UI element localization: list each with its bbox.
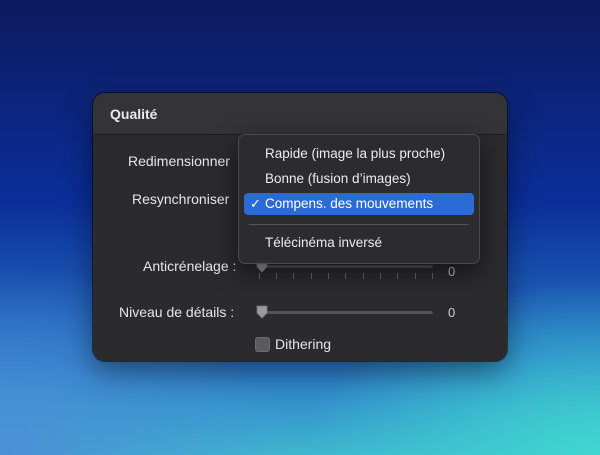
resync-label: Resynchroniser <box>132 191 230 207</box>
detail-slider-track[interactable] <box>259 311 433 314</box>
menu-item-telecinema-inverse[interactable]: Télécinéma inversé <box>244 232 474 254</box>
panel-title: Qualité <box>110 106 158 122</box>
menu-item-rapide[interactable]: Rapide (image la plus proche) <box>244 143 474 165</box>
dithering-checkbox[interactable] <box>255 337 270 352</box>
antialias-ticks <box>259 273 433 279</box>
dithering-label[interactable]: Dithering <box>275 336 331 352</box>
menu-item-compens-mouvements[interactable]: ✓ Compens. des mouvements <box>244 193 474 215</box>
antialias-slider-track[interactable] <box>259 265 433 268</box>
antialias-value: 0 <box>448 264 456 279</box>
panel-header: Qualité <box>93 93 507 135</box>
menu-item-bonne[interactable]: Bonne (fusion d’images) <box>244 168 474 190</box>
detail-slider-knob[interactable] <box>256 305 268 319</box>
detail-value: 0 <box>448 305 456 320</box>
menu-separator <box>249 224 469 225</box>
checkmark-icon: ✓ <box>250 196 261 211</box>
detail-label: Niveau de détails : <box>119 304 235 320</box>
antialias-label: Anticrénelage : <box>143 258 237 274</box>
resize-label: Redimensionner <box>128 153 230 169</box>
resync-dropdown-menu: Rapide (image la plus proche) Bonne (fus… <box>238 134 480 264</box>
